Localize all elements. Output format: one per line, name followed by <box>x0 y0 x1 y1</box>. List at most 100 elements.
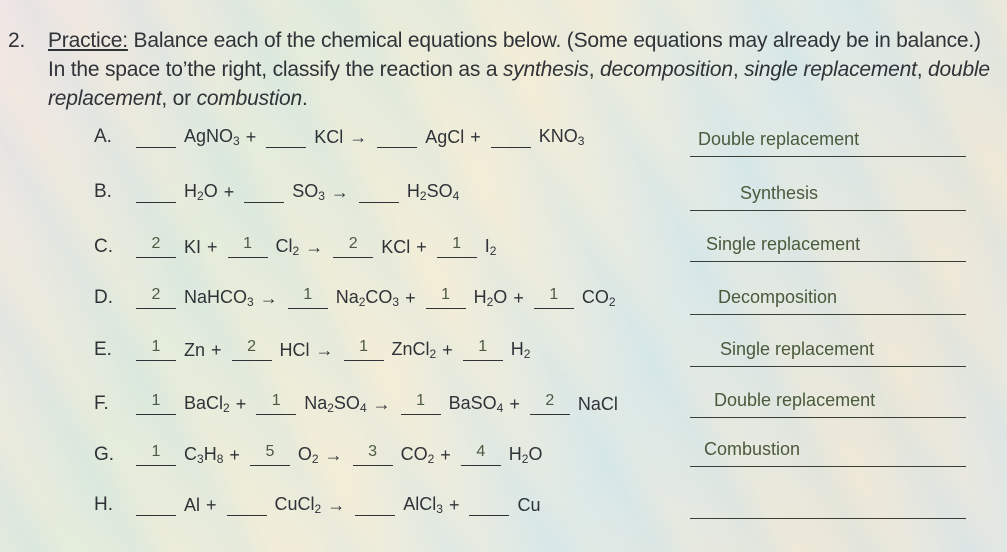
chemical-formula: CO2 <box>581 287 616 309</box>
coefficient-blank[interactable]: 1 <box>287 286 328 309</box>
coefficient-blank[interactable]: 4 <box>460 443 501 466</box>
chemical-formula: HCl <box>279 340 310 360</box>
chemical-formula: AgCl <box>425 127 465 147</box>
chemical-formula: Cl2 <box>275 236 300 258</box>
practice-label: Practice: <box>48 29 128 52</box>
equation-letter: E. <box>94 339 112 360</box>
chemical-formula: H2 <box>510 339 531 361</box>
classification-answer-field[interactable]: Decomposition <box>690 282 966 315</box>
chemical-equation: 1 BaCl2 +1 Na2SO4 → 1 BaSO4 +2 NaCl <box>132 392 618 419</box>
coefficient-blank[interactable]: 2 <box>333 235 374 258</box>
plus-sign: + <box>245 127 257 147</box>
coefficient-blank[interactable] <box>469 493 510 516</box>
chemical-formula: Al <box>184 495 201 515</box>
classification-answer-field[interactable]: Single replacement <box>690 334 966 367</box>
classification-answer-field[interactable]: Combustion <box>690 434 966 467</box>
chemical-formula: KCl <box>314 127 344 147</box>
chemical-formula: NaHCO3 <box>184 287 254 309</box>
coefficient-blank[interactable] <box>377 125 418 148</box>
classification-text: Decomposition <box>718 287 838 307</box>
coefficient-blank[interactable] <box>490 125 531 148</box>
chemical-equation: H2O + SO3 → H2SO4 <box>132 180 459 207</box>
plus-sign: + <box>442 340 453 360</box>
coefficient-blank[interactable] <box>244 180 285 203</box>
plus-sign: + <box>513 288 524 308</box>
coefficient-blank[interactable]: 1 <box>136 443 176 466</box>
plus-sign: + <box>211 340 222 360</box>
coefficient-blank[interactable]: 1 <box>462 338 503 361</box>
coefficient-blank[interactable]: 1 <box>256 392 297 415</box>
chemical-formula: CuCl2 <box>274 494 322 516</box>
classification-text: Double replacement <box>714 390 876 410</box>
chemical-formula: SO3 <box>292 181 325 203</box>
coefficient-blank[interactable]: 1 <box>136 338 176 361</box>
coefficient-blank[interactable]: 1 <box>425 286 466 309</box>
plus-sign: + <box>223 182 235 202</box>
classification-answer-field[interactable]: Double replacement <box>690 385 966 418</box>
question-number: 2. <box>8 29 26 52</box>
coefficient-blank[interactable] <box>136 125 176 148</box>
coefficient-blank[interactable]: 1 <box>400 392 441 415</box>
coefficient-blank[interactable] <box>136 180 176 203</box>
coefficient-blank[interactable]: 2 <box>529 392 570 415</box>
classification-text: Synthesis <box>740 183 819 203</box>
coefficient-blank[interactable]: 1 <box>533 286 574 309</box>
chemical-formula: CO2 <box>400 444 435 466</box>
chemical-formula: AlCl3 <box>403 494 443 516</box>
coefficient-blank[interactable] <box>226 493 267 516</box>
chemical-equation: 1 C3H8 +5 O2 → 3 CO2 +4 H2O <box>132 443 543 470</box>
classification-answer-field[interactable]: Double replacement <box>690 124 966 157</box>
plus-sign: + <box>405 288 416 308</box>
yields-arrow: → <box>259 288 278 308</box>
coefficient-blank[interactable]: 2 <box>136 286 176 309</box>
plus-sign: + <box>235 394 247 414</box>
coefficient-blank[interactable]: 3 <box>352 443 393 466</box>
coefficient-blank[interactable]: 2 <box>231 338 272 361</box>
yields-arrow: → <box>330 182 349 202</box>
coefficient-blank[interactable] <box>355 493 396 516</box>
classification-answer-field[interactable] <box>690 486 966 519</box>
plus-sign: + <box>206 495 217 515</box>
chemical-formula: H2SO4 <box>406 181 460 203</box>
coefficient-blank[interactable] <box>136 493 176 516</box>
plus-sign: + <box>448 495 460 515</box>
chemical-formula: Cu <box>517 495 541 515</box>
chemical-formula: KCl <box>381 237 411 257</box>
classification-answer-field[interactable]: Synthesis <box>690 178 966 211</box>
coefficient-blank[interactable]: 5 <box>249 443 290 466</box>
coefficient-blank[interactable]: 1 <box>136 392 176 415</box>
equation-letter: H. <box>94 494 113 515</box>
chemical-formula: KI <box>184 237 202 257</box>
chemical-formula: Na2SO4 <box>304 393 367 415</box>
equation-letter: D. <box>94 287 113 308</box>
chemical-formula: C3H8 <box>184 444 224 466</box>
coefficient-blank[interactable]: 1 <box>343 338 384 361</box>
coefficient-blank[interactable] <box>266 125 307 148</box>
yields-arrow: → <box>327 495 346 515</box>
coefficient-blank[interactable] <box>358 180 399 203</box>
coefficient-blank[interactable]: 1 <box>227 235 268 258</box>
plus-sign: + <box>509 394 520 414</box>
classification-text: Combustion <box>704 439 801 459</box>
chemical-equation: AgNO3 + KCl → AgCl + KNO3 <box>132 125 584 152</box>
chemical-equation: Al + CuCl2 → AlCl3 + Cu <box>132 493 540 520</box>
plus-sign: + <box>207 237 218 257</box>
chemical-equation: 2 NaHCO3 → 1 Na2CO3 +1 H2O +1 CO2 <box>132 286 616 313</box>
chemical-equation: 1 Zn +2 HCl → 1 ZnCl2 +1 H2 <box>132 338 530 365</box>
coefficient-blank[interactable]: 1 <box>436 235 477 258</box>
equation-letter: F. <box>94 393 109 414</box>
plus-sign: + <box>229 445 240 465</box>
chemical-formula: O2 <box>297 444 319 466</box>
chemical-formula: Na2CO3 <box>335 287 400 309</box>
chemical-formula: I2 <box>484 236 497 258</box>
classification-answer-field[interactable]: Single replacement <box>690 229 966 262</box>
equation-letter: C. <box>94 236 113 257</box>
plus-sign: + <box>470 127 481 147</box>
yields-arrow: → <box>372 394 391 414</box>
chemical-formula: H2O <box>184 181 218 203</box>
chemical-formula: ZnCl2 <box>391 339 437 361</box>
coefficient-blank[interactable]: 2 <box>136 235 176 258</box>
chemical-formula: H2O <box>473 287 508 309</box>
yields-arrow: → <box>324 445 343 465</box>
chemical-formula: Zn <box>184 340 206 360</box>
